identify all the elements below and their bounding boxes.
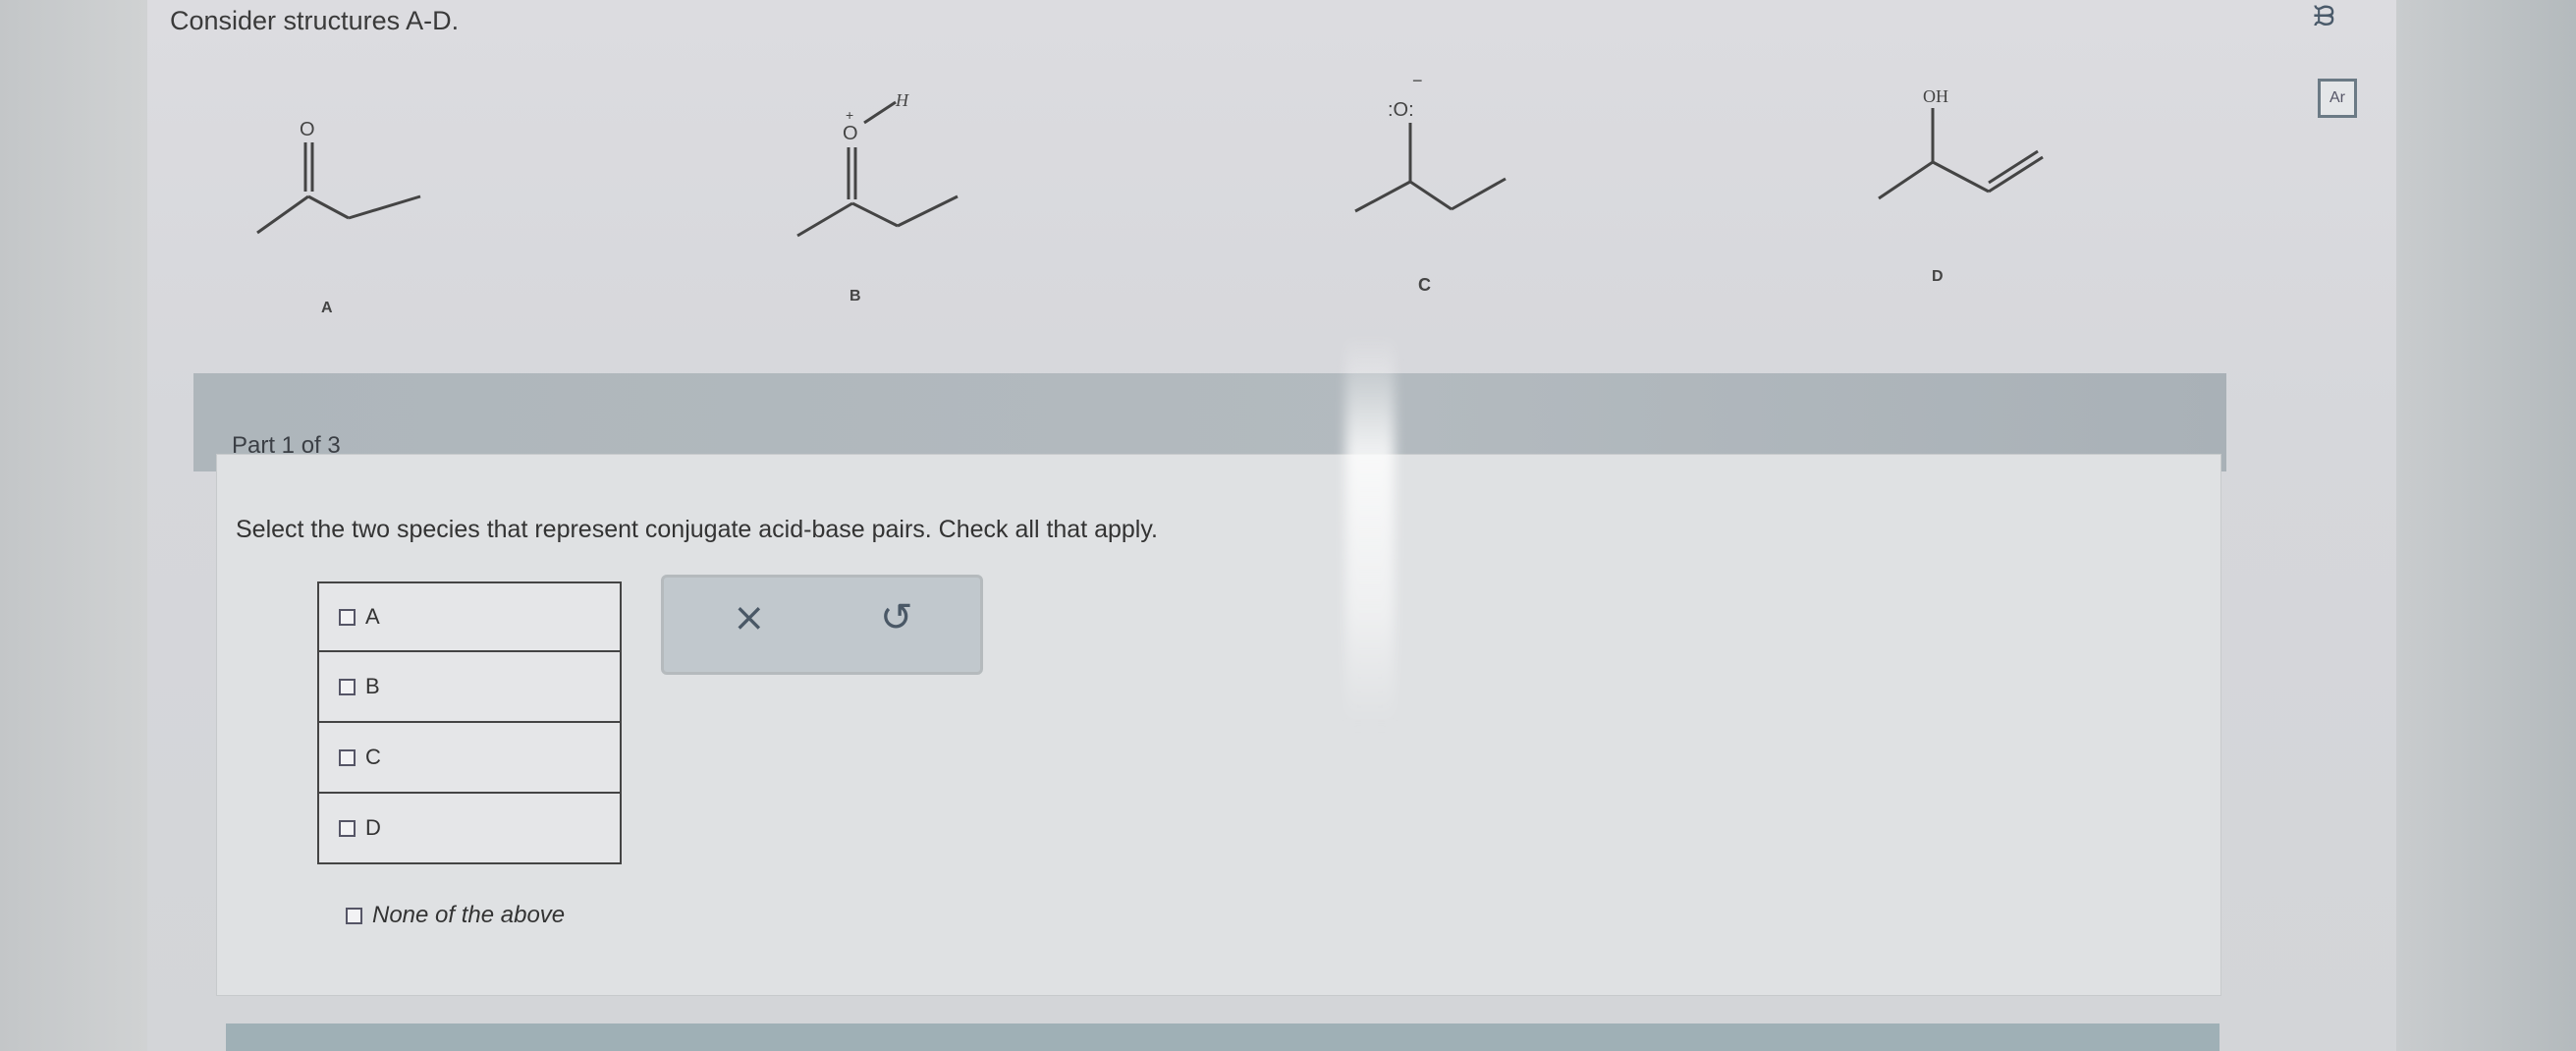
next-part-bar bbox=[226, 1023, 2220, 1051]
checkbox-d[interactable] bbox=[339, 819, 356, 837]
option-b[interactable]: B bbox=[317, 652, 622, 723]
structure-b-charge: + bbox=[846, 107, 853, 123]
structure-d-hydroxyl: OH bbox=[1923, 86, 1948, 106]
option-d[interactable]: D bbox=[317, 794, 622, 864]
structure-a-label: A bbox=[321, 300, 333, 316]
structure-d bbox=[1878, 108, 2044, 200]
structure-b-hydrogen: H bbox=[895, 90, 909, 110]
checkbox-c[interactable] bbox=[339, 748, 356, 766]
none-option-label: None of the above bbox=[372, 902, 566, 928]
structure-a-oxygen: O bbox=[300, 119, 315, 140]
structures-svg: O A O + H B :O: − C OH D bbox=[256, 71, 2044, 316]
structure-b bbox=[796, 100, 959, 238]
option-a-label: A bbox=[365, 604, 380, 629]
structure-b-label: B bbox=[850, 288, 861, 304]
structure-c-oxygen: :O: bbox=[1388, 99, 1414, 121]
structure-c bbox=[1354, 123, 1507, 213]
option-a[interactable]: A bbox=[317, 581, 622, 652]
screen-glare bbox=[1345, 334, 1395, 727]
option-c[interactable]: C bbox=[317, 723, 622, 794]
structure-c-label: C bbox=[1418, 275, 1431, 295]
answer-actions: × ↺ bbox=[661, 575, 983, 675]
checkbox-none[interactable] bbox=[346, 907, 362, 924]
clear-button[interactable]: × bbox=[733, 595, 766, 640]
structure-a bbox=[256, 142, 421, 235]
options-list: A B C D bbox=[317, 581, 622, 864]
checkbox-b[interactable] bbox=[339, 678, 356, 695]
structure-d-label: D bbox=[1932, 268, 1944, 285]
checkbox-a[interactable] bbox=[339, 608, 356, 626]
structure-c-charge: − bbox=[1412, 71, 1423, 90]
option-c-label: C bbox=[365, 745, 381, 769]
option-b-label: B bbox=[365, 674, 380, 698]
question-text: Select the two species that represent co… bbox=[236, 516, 1158, 543]
undo-button[interactable]: ↺ bbox=[880, 595, 913, 640]
structure-b-oxygen: O bbox=[843, 123, 858, 144]
option-d-label: D bbox=[365, 815, 381, 840]
structures-area: O A O + H B :O: − C OH D bbox=[0, 0, 2576, 393]
none-of-the-above-option[interactable]: None of the above bbox=[346, 902, 565, 929]
